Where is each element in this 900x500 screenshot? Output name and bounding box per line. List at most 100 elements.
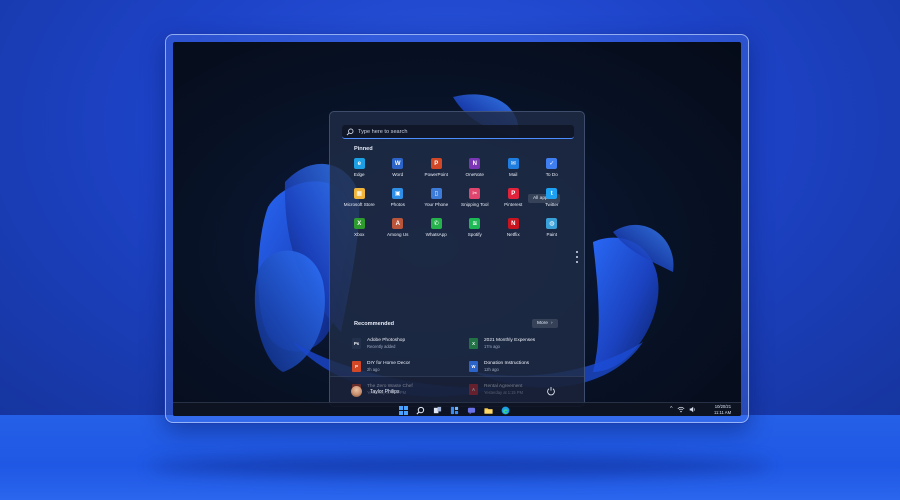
pinned-app-label: Paint <box>546 232 557 237</box>
pinned-app-label: Among Us <box>387 232 409 237</box>
pinned-app-paint[interactable]: ◍ Paint <box>533 218 572 237</box>
pinned-app-label: Twitter <box>544 202 559 207</box>
recommended-item-text: Donation Instructions 12h ago <box>484 361 529 372</box>
pinned-app-label: PowerPoint <box>424 172 449 177</box>
pinned-app-onenote[interactable]: N OneNote <box>456 158 495 177</box>
page-dot <box>575 261 578 263</box>
power-icon[interactable] <box>546 386 556 396</box>
search-icon[interactable] <box>415 405 425 415</box>
avatar[interactable] <box>351 386 362 397</box>
todo-icon: ✓ <box>546 158 558 169</box>
pinned-app-snipping-tool[interactable]: ✂ Snipping Tool <box>456 188 495 207</box>
user-name[interactable]: Taylor Philips <box>370 389 399 395</box>
spotify-icon: ≋ <box>469 218 481 229</box>
pinned-app-xbox[interactable]: X Xbox <box>340 218 379 237</box>
pinned-app-label: Mail <box>509 172 518 177</box>
search-placeholder: Type here to search <box>358 128 408 135</box>
pinned-app-label: Netflix <box>506 232 520 237</box>
pinned-app-among-us[interactable]: A Among Us <box>379 218 418 237</box>
pinned-app-label: Photos <box>390 202 405 207</box>
recommended-item-name: 2021 Monthly Expenses <box>484 338 536 343</box>
recommended-heading: Recommended <box>354 321 395 327</box>
pinned-app-microsoft-store[interactable]: ▦ Microsoft Store <box>340 188 379 207</box>
desktop-screen: Type here to search Pinned All apps › eE… <box>173 42 741 416</box>
phone-icon: ▯ <box>430 188 442 199</box>
recommended-item-time: 17m ago <box>484 344 500 349</box>
word-file-icon: W <box>469 361 478 372</box>
pinned-app-powerpoint[interactable]: P PowerPoint <box>417 158 456 177</box>
pinned-app-label: Spotify <box>467 232 482 237</box>
excel-file-icon: X <box>469 338 478 349</box>
pinned-heading: Pinned <box>354 146 373 152</box>
recommended-item[interactable]: W Donation Instructions 12h ago <box>469 360 582 373</box>
recommended-item-text: Adobe Photoshop Recently added <box>367 338 405 349</box>
pinned-app-label: To Do <box>545 172 558 177</box>
pinned-app-label: Word <box>392 172 404 177</box>
pinned-page-indicator[interactable] <box>575 251 578 263</box>
pinned-app-label: Your Phone <box>424 202 449 207</box>
chevron-right-icon: › <box>550 321 553 326</box>
taskbar-clock[interactable]: 10/20/21 11:11 AM <box>714 404 731 416</box>
volume-icon[interactable] <box>689 406 696 413</box>
recommended-item-time: Recently added <box>367 344 396 349</box>
recommended-item-time: 12h ago <box>484 367 499 372</box>
photoshop-icon: Ps <box>352 338 361 349</box>
edge-icon[interactable] <box>500 405 510 415</box>
more-button[interactable]: More › <box>532 319 558 328</box>
pinned-app-to-do[interactable]: ✓ To Do <box>533 158 572 177</box>
pinned-app-spotify[interactable]: ≋ Spotify <box>456 218 495 237</box>
pinned-app-label: OneNote <box>465 172 484 177</box>
pinterest-icon: P <box>507 188 519 199</box>
recommended-item-text: 2021 Monthly Expenses 17m ago <box>484 338 535 349</box>
store-icon: ▦ <box>353 188 365 199</box>
chat-icon[interactable] <box>466 405 476 415</box>
twitter-icon: t <box>546 188 558 199</box>
recommended-item-name: Adobe Photoshop <box>367 338 406 343</box>
recommended-item[interactable]: Ps Adobe Photoshop Recently added <box>352 337 469 350</box>
recommended-item-text: DIY for Home Decor 2h ago <box>367 361 410 372</box>
paint-icon: ◍ <box>546 218 558 229</box>
system-tray: ^ <box>670 406 696 413</box>
search-input[interactable]: Type here to search <box>342 125 574 139</box>
file-explorer-icon[interactable] <box>483 405 493 415</box>
whatsapp-icon: ✆ <box>430 218 442 229</box>
pinned-app-pinterest[interactable]: P Pinterest <box>494 188 533 207</box>
xbox-icon: X <box>353 218 365 229</box>
pinned-app-mail[interactable]: ✉ Mail <box>494 158 533 177</box>
recommended-item-name: Donation Instructions <box>484 361 530 366</box>
mail-icon: ✉ <box>507 158 519 169</box>
clock-time: 11:11 AM <box>714 410 732 415</box>
recommended-item[interactable]: X 2021 Monthly Expenses 17m ago <box>469 337 582 350</box>
powerpoint-icon: P <box>430 158 442 169</box>
pinned-app-edge[interactable]: e Edge <box>340 158 379 177</box>
pinned-app-photos[interactable]: ▣ Photos <box>379 188 418 207</box>
snipping-tool-icon: ✂ <box>469 188 481 199</box>
pinned-app-netflix[interactable]: N Netflix <box>494 218 533 237</box>
windows-start-icon[interactable] <box>398 405 408 415</box>
pinned-app-label: Pinterest <box>504 202 523 207</box>
recommended-item-time: 2h ago <box>367 367 380 372</box>
taskbar: ^ 10/20/21 11:11 AM <box>173 402 741 416</box>
pinned-apps-grid: e Edge W Word P PowerPoint N OneNote ✉ Mail ✓ To Do… <box>340 158 576 237</box>
show-hidden-icons-icon[interactable]: ^ <box>670 406 673 413</box>
widgets-icon[interactable] <box>449 405 459 415</box>
word-icon: W <box>392 158 404 169</box>
pinned-app-twitter[interactable]: t Twitter <box>533 188 572 207</box>
monitor-shadow <box>150 455 770 477</box>
netflix-icon: N <box>507 218 519 229</box>
pinned-app-word[interactable]: W Word <box>379 158 418 177</box>
among-us-icon: A <box>392 218 404 229</box>
page-dot <box>575 251 578 253</box>
recommended-item[interactable]: P DIY for Home Decor 2h ago <box>352 360 469 373</box>
pinned-app-your-phone[interactable]: ▯ Your Phone <box>417 188 456 207</box>
photos-icon: ▣ <box>392 188 404 199</box>
pinned-app-label: Edge <box>353 172 365 177</box>
wifi-icon[interactable] <box>677 406 685 413</box>
pinned-app-whatsapp[interactable]: ✆ WhatsApp <box>417 218 456 237</box>
edge-icon: e <box>353 158 365 169</box>
onenote-icon: N <box>469 158 481 169</box>
task-view-icon[interactable] <box>432 405 442 415</box>
pinned-app-label: WhatsApp <box>425 232 447 237</box>
page-dot <box>575 256 578 258</box>
search-icon <box>346 128 354 135</box>
